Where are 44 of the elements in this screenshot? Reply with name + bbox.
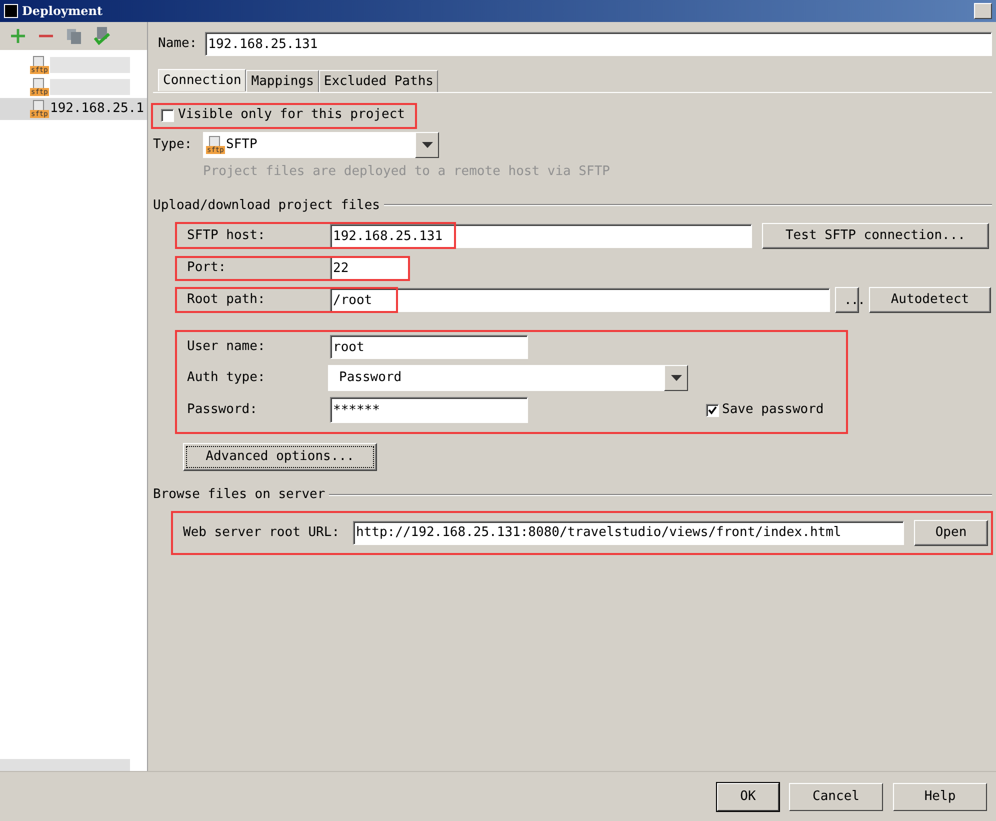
dialog-button[interactable]: OK <box>717 782 779 810</box>
user-name-field[interactable]: root <box>330 335 528 359</box>
url-field[interactable]: http://192.168.25.131:8080/travelstudio/views/front/index.html <box>353 520 904 544</box>
checkbox[interactable] <box>706 404 719 416</box>
field-label: Type: <box>153 136 194 154</box>
field-label: Name: <box>158 35 198 54</box>
tab[interactable]: Excluded Paths <box>318 70 438 92</box>
dropdown-button[interactable] <box>664 365 688 391</box>
name-field[interactable]: 192.168.25.131 <box>205 32 992 56</box>
tree-label: 192.168.25.1 <box>50 100 144 118</box>
section-title: Upload/download project files <box>153 196 380 214</box>
root-path-field[interactable]: /root <box>330 288 830 312</box>
checkbox-label: Visible only for this project <box>178 106 405 124</box>
tab[interactable]: Mappings <box>246 70 319 92</box>
caret-icon <box>422 142 432 148</box>
host-field[interactable]: 192.168.25.131 <box>330 224 752 248</box>
field-label: User name: <box>186 338 266 356</box>
window-title: Deployment <box>22 3 103 20</box>
port-field[interactable]: 22 <box>330 256 408 280</box>
server-check-icon[interactable] <box>94 27 110 45</box>
push-button[interactable]: Test SFTP connection... <box>762 223 989 249</box>
auth-type-combo[interactable]: Password <box>328 365 664 391</box>
field-label: SFTP host: <box>186 227 266 246</box>
field-label: Root path: <box>186 291 266 310</box>
checkbox[interactable] <box>161 108 174 122</box>
password-field[interactable]: ****** <box>330 397 528 423</box>
scrollbar[interactable] <box>0 759 130 771</box>
app-icon <box>4 4 18 18</box>
dropdown-button[interactable] <box>415 132 439 158</box>
type-description: Project files are deployed to a remote host via SFTP <box>203 163 611 181</box>
caret-icon <box>670 375 682 381</box>
field-label: Port: <box>186 259 228 278</box>
checkbox-label: Save password <box>722 401 824 420</box>
tab[interactable]: Connection <box>158 69 246 91</box>
field-label: Auth type: <box>186 369 266 388</box>
close-button[interactable] <box>974 3 992 19</box>
field-label: Password: <box>186 401 258 420</box>
field-label: Web server root URL: <box>183 524 341 542</box>
section-title: Browse files on server <box>153 486 326 504</box>
push-button[interactable]: Autodetect <box>869 287 991 313</box>
push-button[interactable]: Advanced options... <box>183 443 377 471</box>
push-button[interactable]: Open <box>914 520 988 546</box>
dialog-button[interactable]: Help <box>893 782 987 810</box>
dialog-button[interactable]: Cancel <box>789 782 883 810</box>
